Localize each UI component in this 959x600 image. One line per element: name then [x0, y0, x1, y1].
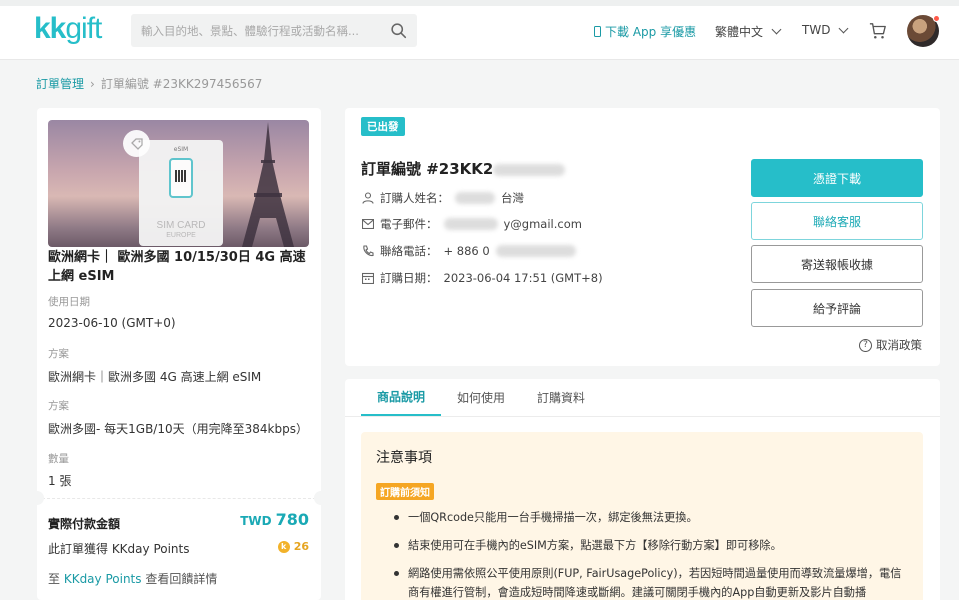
list-item: 一個QRcode只能用一台手機掃描一次，綁定後無法更換。	[391, 508, 911, 527]
language-selector[interactable]: 繁體中文	[715, 23, 782, 40]
field-label-plan: 方案	[48, 348, 69, 360]
tab-order-info[interactable]: 訂購資料	[521, 379, 601, 416]
list-item: 結束使用可在手機內的eSIM方案，點選最下方【移除行動方案】即可移除。	[391, 536, 911, 555]
phone-icon	[594, 26, 601, 37]
avatar[interactable]	[907, 15, 940, 47]
detail-tabs: 商品說明 如何使用 訂購資料	[361, 379, 601, 416]
order-info-card: 已出發 訂單編號 #23KK2 訂購人姓名： 台灣 電子郵件： y@gmail.…	[345, 108, 940, 366]
tab-how-to-use[interactable]: 如何使用	[441, 379, 521, 416]
chevron-down-icon	[771, 24, 782, 35]
divider	[37, 498, 321, 499]
points-detail-text: 至 KKday Points 查看回饋詳情	[48, 572, 218, 586]
kkday-points-coin-icon: k	[277, 540, 290, 553]
field-label-date: 使用日期	[48, 296, 90, 308]
user-icon	[362, 192, 374, 204]
notice-badge: 訂購前須知	[376, 483, 434, 500]
product-image: eSIM SIM CARD EUROPE	[48, 120, 309, 247]
payment-amount: TWD 780	[240, 510, 309, 529]
order-number: 訂單編號 #23KK2	[361, 158, 566, 179]
write-review-button[interactable]: 給予評論	[751, 289, 923, 327]
points-value: k 26	[277, 540, 309, 553]
send-receipt-button[interactable]: 寄送報帳收據	[751, 245, 923, 283]
notification-dot	[933, 15, 940, 22]
field-label-package: 方案	[48, 400, 69, 412]
field-value-quantity: 1 張	[48, 474, 72, 488]
redacted-text	[495, 245, 576, 257]
kkday-points-link[interactable]: KKday Points	[64, 572, 142, 586]
redacted-text	[493, 163, 566, 176]
question-icon: ?	[859, 338, 872, 352]
phone-row: 聯絡電話： + 886 0	[362, 243, 576, 259]
contact-support-button[interactable]: 聯絡客服	[751, 202, 923, 240]
eiffel-tower-image	[242, 122, 294, 247]
phone-icon	[363, 245, 374, 257]
cancel-policy-link[interactable]: ? 取消政策	[859, 337, 922, 353]
status-badge: 已出發	[361, 117, 405, 136]
search-icon[interactable]	[390, 22, 407, 39]
field-value-date: 2023-06-10 (GMT+0)	[48, 316, 176, 330]
mail-icon	[362, 219, 374, 229]
notice-title: 注意事項	[376, 450, 432, 466]
redacted-text	[443, 218, 498, 230]
search-box	[131, 14, 417, 47]
field-label-quantity: 數量	[48, 453, 69, 465]
list-item: 網路使用需依照公平使用原則(FUP, FairUsagePolicy)，若因短時…	[391, 564, 911, 600]
points-label: 此訂單獲得 KKday Points	[48, 542, 190, 556]
tag-icon	[123, 130, 150, 157]
redacted-text	[455, 192, 495, 204]
notice-list: 一個QRcode只能用一台手機掃描一次，綁定後無法更換。 結束使用可在手機內的e…	[391, 508, 911, 600]
breadcrumb-order-management[interactable]: 訂單管理	[36, 75, 84, 92]
breadcrumb-current: 訂單編號 #23KK297456567	[100, 77, 263, 91]
product-title[interactable]: 歐洲網卡｜ 歐洲多國 10/15/30日 4G 高速上網 eSIM	[48, 248, 312, 286]
field-value-plan: 歐洲網卡｜歐洲多國 4G 高速上網 eSIM	[48, 370, 262, 384]
tab-product-description[interactable]: 商品說明	[361, 379, 442, 416]
app-download-link[interactable]: 下載 App 享優惠	[594, 23, 696, 40]
voucher-download-button[interactable]: 憑證下載	[751, 159, 923, 197]
currency-selector[interactable]: TWD	[802, 23, 849, 37]
product-summary-card: eSIM SIM CARD EUROPE 歐洲網卡｜ 歐洲多國 10/15/30…	[30, 108, 328, 600]
sim-card-graphic: eSIM SIM CARD EUROPE	[139, 140, 223, 246]
cart-icon[interactable]	[869, 22, 887, 40]
buyer-name-row: 訂購人姓名： 台灣	[362, 190, 524, 206]
breadcrumb: 訂單管理 › 訂單編號 #23KK297456567	[36, 75, 262, 92]
order-date-row: 訂購日期： 2023-06-04 17:51 (GMT+8)	[362, 270, 603, 286]
qr-code-icon	[175, 170, 187, 182]
chevron-down-icon	[838, 23, 849, 33]
chevron-right-icon: ›	[90, 76, 95, 91]
calendar-icon	[362, 272, 374, 284]
top-header: kkgift 下載 App 享優惠 繁體中文 TWD	[0, 0, 959, 60]
search-input[interactable]	[131, 14, 381, 47]
details-card: 商品說明 如何使用 訂購資料 注意事項 訂購前須知 一個QRcode只能用一台手…	[345, 379, 940, 600]
field-value-package: 歐洲多國- 每天1GB/10天（用完降至384kbps）	[48, 422, 308, 436]
kkday-logo[interactable]: kkgift	[34, 12, 102, 46]
notice-box: 注意事項 訂購前須知 一個QRcode只能用一台手機掃描一次，綁定後無法更換。 …	[361, 432, 923, 600]
payment-label: 實際付款金額	[48, 517, 121, 531]
email-row: 電子郵件： y@gmail.com	[362, 216, 582, 232]
